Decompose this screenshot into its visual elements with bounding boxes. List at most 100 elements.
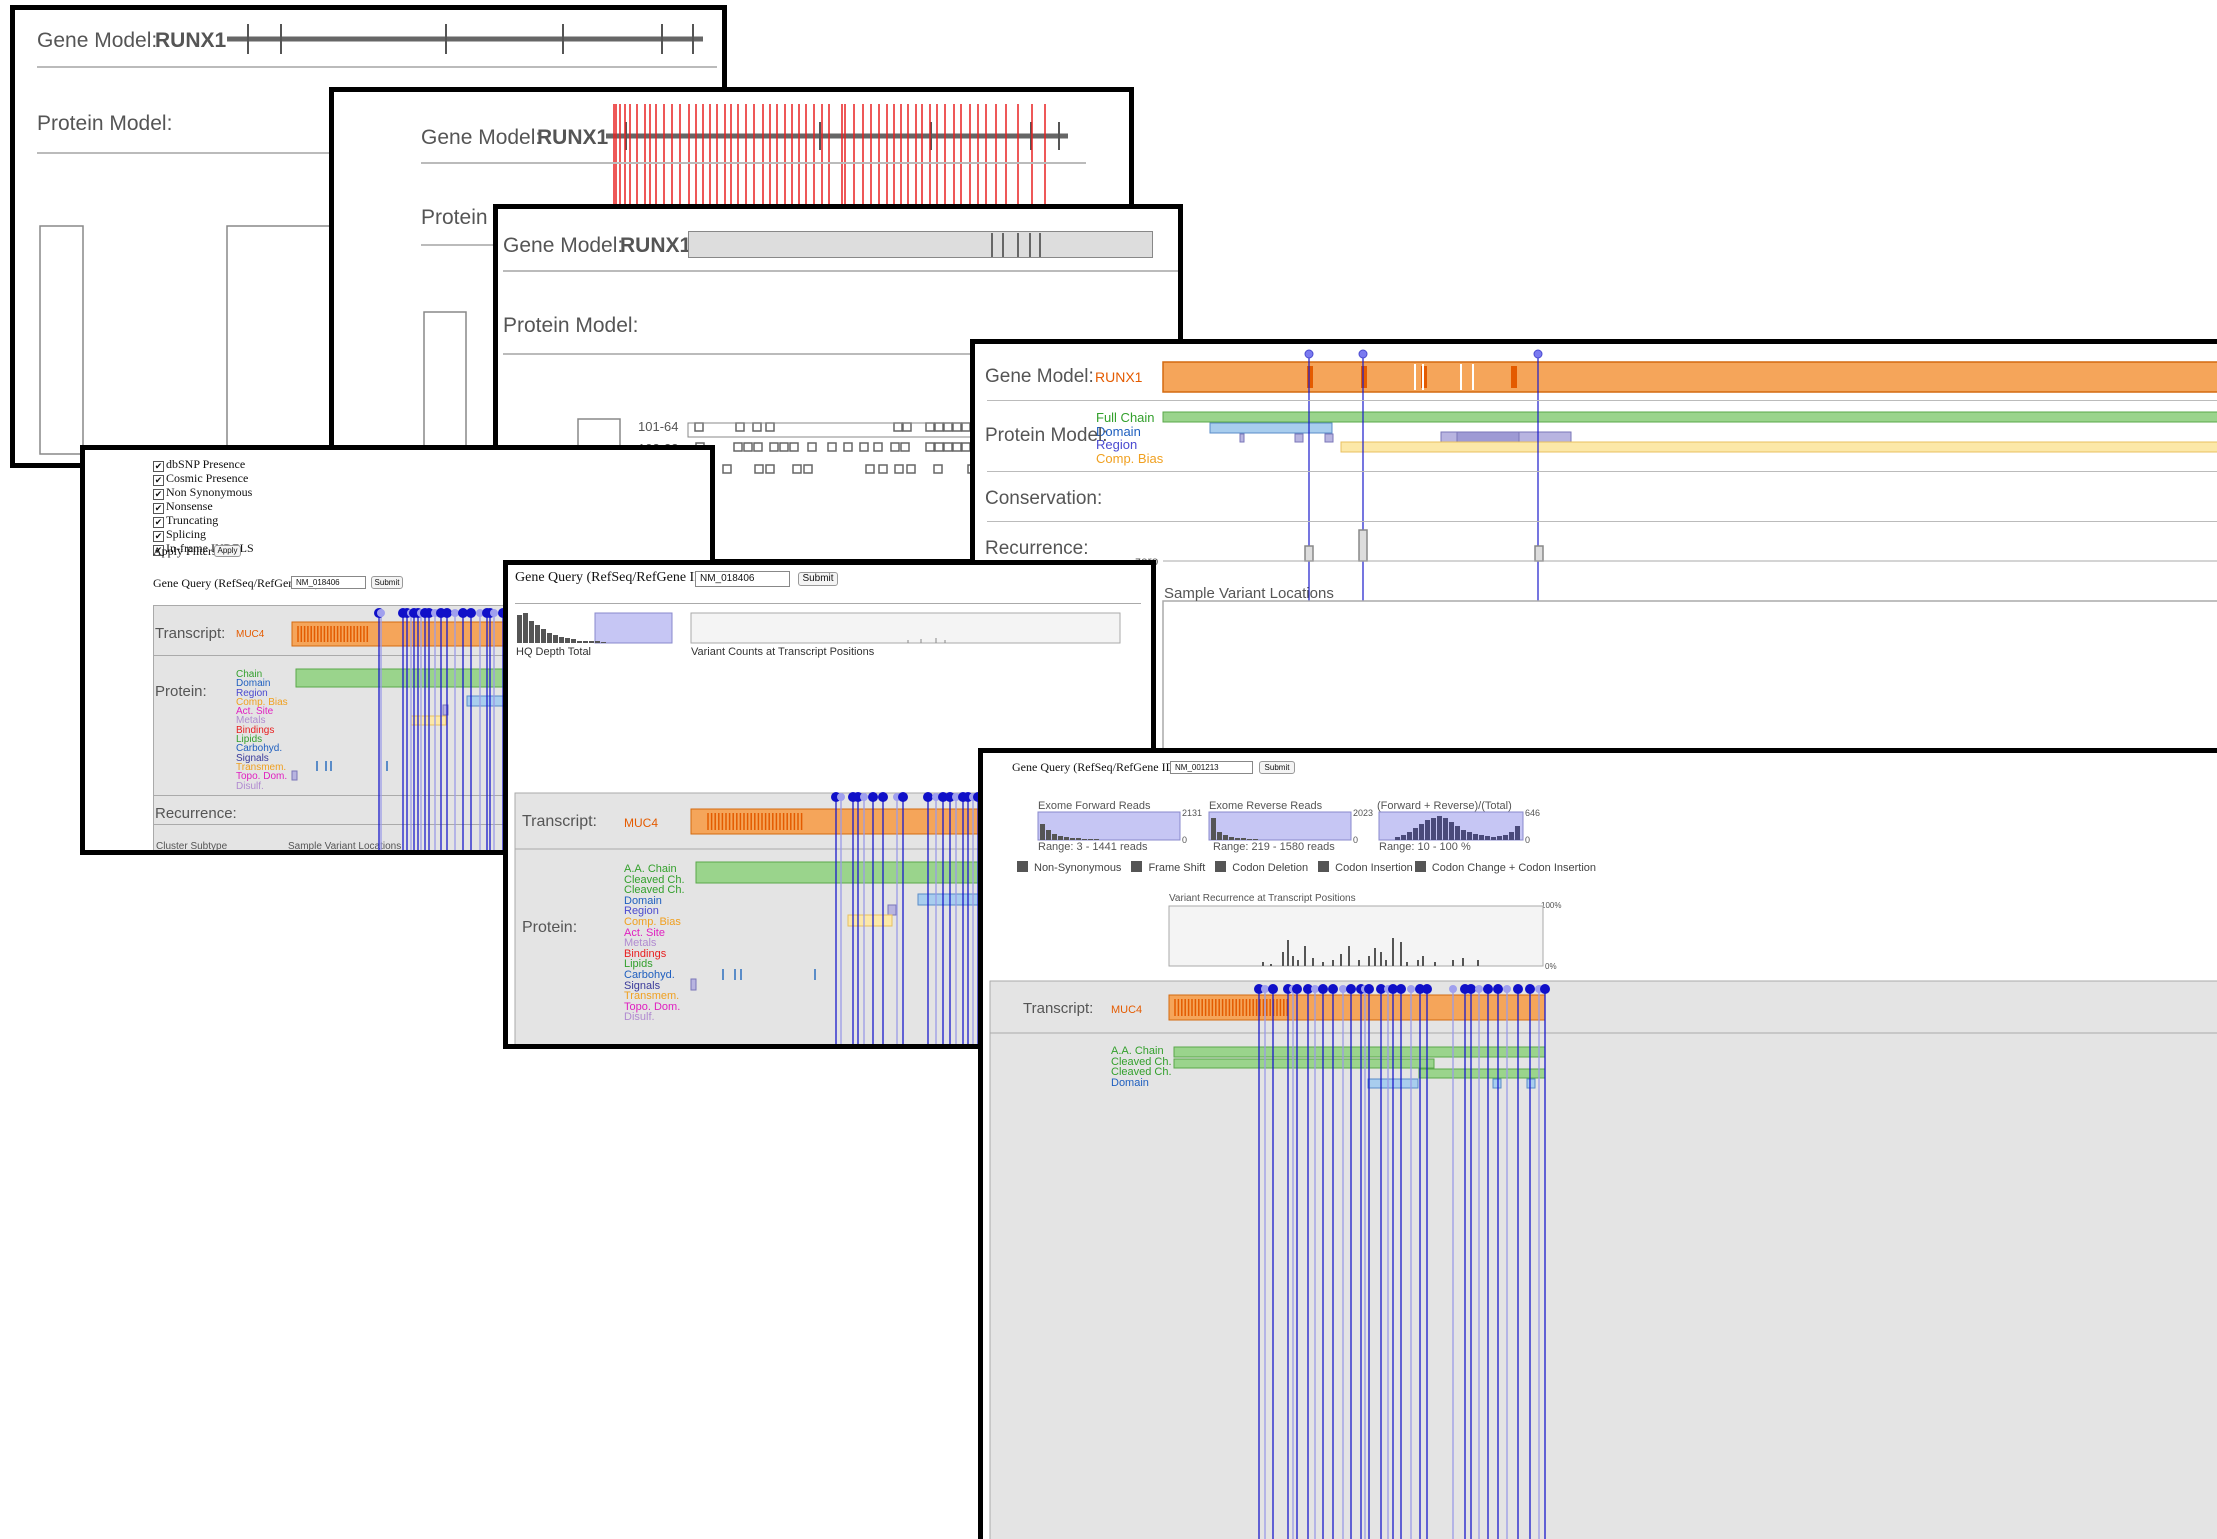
transcript-label: Transcript: (522, 813, 597, 830)
sample-box (807, 442, 817, 452)
variant-marker (860, 793, 868, 801)
forward-read-bar (1052, 834, 1057, 840)
sample-box (779, 442, 789, 452)
sample-box (925, 422, 935, 432)
ratio-bar (1467, 832, 1472, 840)
transcript-label: Transcript: (1023, 1000, 1094, 1017)
ratio-bar (1425, 820, 1430, 840)
protein-track-label: A.A. Chain (624, 863, 677, 875)
variant-marker (1311, 985, 1319, 993)
sample-box (743, 442, 753, 452)
runx1-detail-tracks (1162, 349, 2217, 764)
sample-box (943, 422, 953, 432)
divider (987, 471, 2217, 472)
sample-box (843, 442, 853, 452)
ratio-bar (1509, 832, 1514, 840)
divider (37, 152, 337, 154)
protein-track-label: A.A. Chain (1111, 1045, 1164, 1057)
protein-label: Protein: (522, 919, 578, 936)
depth-bar (583, 641, 588, 643)
depth-bar (529, 621, 534, 643)
reverse-read-bar (1241, 838, 1246, 840)
variant-marker (451, 609, 459, 617)
variant-marker (1268, 984, 1278, 994)
ratio-bar (1455, 826, 1460, 840)
sample-box (694, 422, 704, 432)
divider (37, 66, 717, 68)
variant-marker (1364, 984, 1374, 994)
sample-box (943, 442, 953, 452)
depth-bar (523, 613, 528, 643)
variant-marker (878, 792, 888, 802)
ratio-bar (1449, 822, 1454, 840)
sample-box (754, 464, 764, 474)
ratio-bar (1437, 816, 1442, 840)
sample-box (894, 464, 904, 474)
depth-bar (541, 629, 546, 643)
variant-counts-label: Variant Counts at Transcript Positions (691, 646, 875, 658)
variant-marker (490, 609, 498, 617)
variant-marker (923, 792, 933, 802)
variant-marker (377, 609, 385, 617)
depth-bar (553, 635, 558, 643)
variant-marker (1396, 984, 1406, 994)
sample-box (865, 464, 875, 474)
sample-variant-label: Sample Variant Locations (1164, 585, 1334, 602)
sample-box (769, 442, 779, 452)
ratio-bar (1395, 837, 1400, 840)
forward-read-bar (1076, 838, 1081, 840)
depth-bar (601, 642, 606, 643)
variant-marker (837, 793, 845, 801)
sample-box (890, 442, 900, 452)
variant-marker (1475, 985, 1483, 993)
ratio-bar (1431, 818, 1436, 840)
ratio-bar (1443, 818, 1448, 840)
sample-box (803, 464, 813, 474)
variant-marker (1346, 984, 1356, 994)
variant-marker (1328, 984, 1338, 994)
sample-id: 101-64 (638, 419, 679, 434)
protein-model-label: Protein Model: (503, 314, 639, 337)
reverse-read-bar (1247, 839, 1252, 840)
protein-model-label: Protein Model: (985, 425, 1108, 446)
panel-muc4-reads: Gene Query (RefSeq/RefGene ID): NM_00121… (978, 748, 2217, 1539)
sample-box (906, 464, 916, 474)
variant-marker (1483, 984, 1493, 994)
protein-track-label: Cleaved Ch. (1111, 1066, 1172, 1078)
forward-read-bar (1046, 830, 1051, 840)
sample-box (789, 442, 799, 452)
divider (987, 521, 2217, 522)
sample-box (792, 464, 802, 474)
sample-box (961, 442, 971, 452)
protein-track-label: Comp. Bias (624, 915, 681, 928)
variant-marker (1422, 984, 1432, 994)
ratio-bar (1419, 824, 1424, 840)
variant-marker (1339, 985, 1347, 993)
divider (987, 400, 2217, 401)
transcript-gene: MUC4 (1111, 1004, 1143, 1016)
sample-box (827, 442, 837, 452)
ratio-bar (1497, 836, 1502, 840)
depth-bar (565, 638, 570, 643)
sample-box (902, 422, 912, 432)
ratio-bar (1407, 832, 1412, 840)
variant-marker (1540, 984, 1550, 994)
sample-box (934, 422, 944, 432)
sample-box (952, 442, 962, 452)
track-comp-bias: Comp. Bias (1096, 450, 1164, 466)
depth-bar (589, 641, 594, 643)
protein-track-label: Carbohyd. (624, 968, 675, 981)
variant-marker (1449, 985, 1457, 993)
sample-box (961, 422, 971, 432)
conservation-label: Conservation: (985, 488, 1103, 509)
divider (503, 270, 1178, 272)
variant-marker (1493, 984, 1503, 994)
sample-box (859, 442, 869, 452)
reverse-read-bar (1235, 838, 1240, 840)
track-full-chain: Full Chain (1096, 410, 1155, 425)
forward-read-bar (1058, 836, 1063, 840)
variant-marker (1318, 984, 1328, 994)
transcript-gene: MUC4 (624, 816, 659, 830)
hq-depth-label: HQ Depth Total (516, 646, 592, 658)
forward-read-bar (1088, 839, 1093, 840)
